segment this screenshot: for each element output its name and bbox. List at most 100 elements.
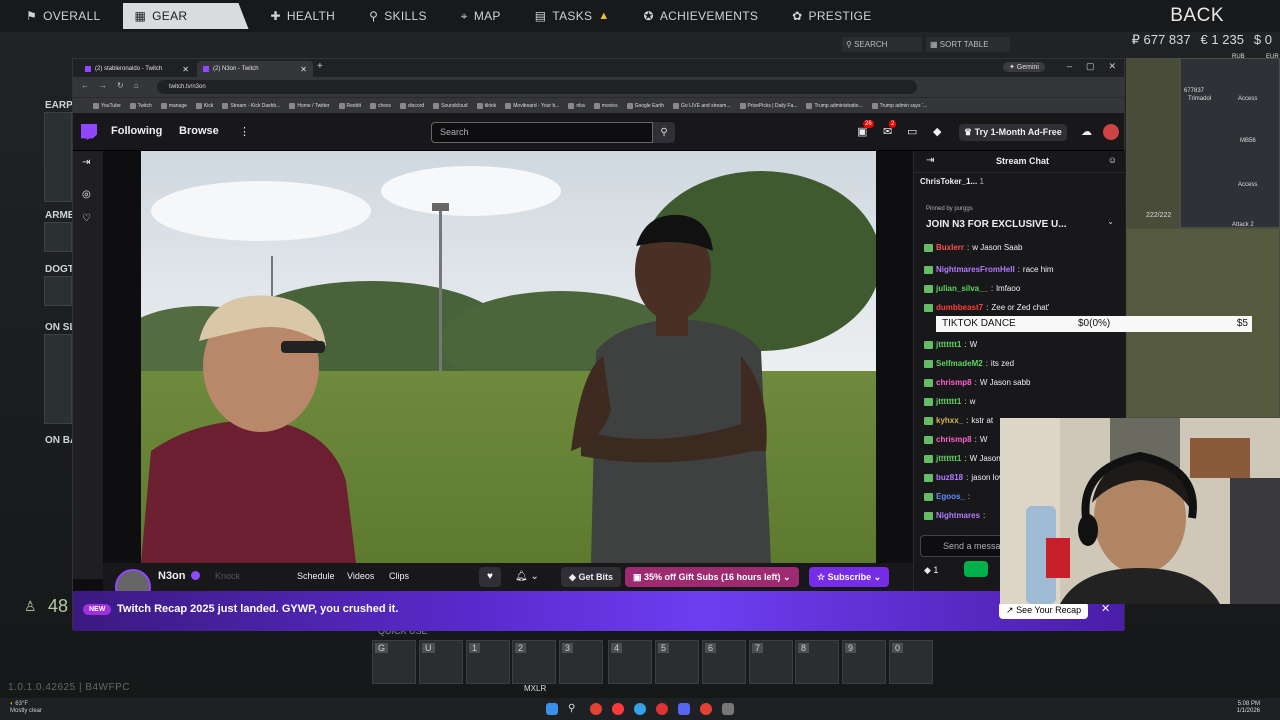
chat-username[interactable]: chrismp8	[936, 435, 972, 444]
video-player[interactable]	[141, 151, 876, 563]
chat-username[interactable]: Nightmares	[936, 511, 980, 520]
bookmark-item[interactable]: Trump admin says '...	[871, 102, 927, 109]
chevron-down-icon[interactable]: ⌄	[1107, 217, 1114, 226]
chat-message[interactable]: jttttttt1: W Jason	[924, 454, 1001, 463]
dogtag-slot[interactable]	[44, 276, 72, 306]
close-tab-icon[interactable]: ✕	[300, 65, 307, 74]
chat-message[interactable]: buz818: jason lov	[924, 473, 1003, 482]
tab-schedule[interactable]: Schedule	[297, 571, 335, 581]
quick-slot-6[interactable]: 6	[702, 640, 746, 684]
game-back-button[interactable]: BACK	[1170, 5, 1224, 27]
pinned-message[interactable]: Pinned by purggs JOIN N3 FOR EXCLUSIVE U…	[918, 203, 1120, 237]
forward-arrow-icon[interactable]: →	[99, 81, 107, 90]
chat-message[interactable]: Nightmares:	[924, 511, 988, 520]
quick-slot-3[interactable]: 3	[559, 640, 603, 684]
chat-username[interactable]: Egoos_	[936, 492, 965, 501]
gift-subs-button[interactable]: ▣ 35% off Gift Subs (16 hours left) ⌄	[625, 567, 799, 587]
quick-slot-0[interactable]: 0	[889, 640, 933, 684]
chat-message[interactable]: chrismp8: W Jason sabb	[924, 378, 1031, 387]
notifications-icon[interactable]: ▣ 26	[857, 120, 874, 138]
chat-message[interactable]: jttttttt1: w	[924, 397, 975, 406]
tab-overall[interactable]: ⚑ OVERALL	[14, 3, 113, 29]
chat-message[interactable]: chrismp8: W	[924, 435, 987, 444]
quick-slot-1[interactable]: 1	[466, 640, 510, 684]
chat-message[interactable]: dumbbeast7: Zee or Zed chat'	[924, 303, 1049, 312]
see-recap-button[interactable]: ↗ See Your Recap	[999, 602, 1089, 619]
bookmark-item[interactable]: Go LIVE and stream...	[673, 102, 731, 109]
bookmark-item[interactable]: tiktok	[476, 102, 496, 109]
search-icon[interactable]: ⚲	[653, 122, 675, 143]
bookmark-item[interactable]: PrizePicks | Daily Fa...	[739, 102, 797, 109]
app-icon[interactable]	[722, 703, 734, 715]
home-icon[interactable]: ⌂	[134, 81, 139, 90]
bookmark-item[interactable]: Trump administratio...	[806, 102, 863, 109]
tab-tasks[interactable]: ▤ TASKS ▲	[523, 3, 622, 29]
container-grid[interactable]	[1180, 58, 1280, 228]
twitch-logo-icon[interactable]	[81, 124, 97, 140]
edge-icon[interactable]	[634, 703, 646, 715]
quick-slot-4[interactable]: 4	[608, 640, 652, 684]
bookmark-item[interactable]: nba	[568, 102, 585, 109]
twitch-search-input[interactable]: Search	[431, 122, 653, 143]
get-bits-button[interactable]: ◆ Get Bits	[561, 567, 621, 587]
chat-username[interactable]: jttttttt1	[936, 454, 961, 463]
chat-username[interactable]: Buxlerr	[936, 243, 964, 252]
bookmark-item[interactable]: Home / Twitter	[289, 102, 330, 109]
bookmark-item[interactable]: Soundcloud	[433, 102, 468, 109]
top-chatter[interactable]: ChrisToker_1... 1	[920, 177, 984, 186]
game-search-button[interactable]: ⚲ SEARCH	[842, 37, 922, 52]
try-ad-free-button[interactable]: ♛ Try 1-Month Ad-Free	[959, 124, 1067, 141]
tab-map[interactable]: ⌖ MAP	[449, 3, 513, 29]
chat-message[interactable]: Egoos_:	[924, 492, 973, 501]
quick-slot-7[interactable]: 7	[749, 640, 793, 684]
more-options-icon[interactable]: ⋮	[239, 125, 250, 138]
browser-tab-active[interactable]: (2) N3on - Twitch ✕	[197, 61, 313, 77]
heart-icon[interactable]: ♡	[82, 213, 91, 224]
sling-slot[interactable]	[44, 334, 72, 424]
bookmark-item[interactable]: Reddit	[338, 102, 361, 109]
chat-username[interactable]: NightmaresFromHell	[936, 265, 1015, 274]
bookmark-item[interactable]: YouTube	[93, 102, 121, 109]
quick-slot-2[interactable]: 2	[512, 640, 556, 684]
chat-message[interactable]: kyhxx_: kstr at	[924, 416, 993, 425]
chat-username[interactable]: buz818	[936, 473, 963, 482]
bookmark-item[interactable]: Kick	[195, 102, 213, 109]
channel-name[interactable]: N3on	[158, 570, 186, 582]
chat-username[interactable]: jttttttt1	[936, 340, 961, 349]
tab-videos[interactable]: Videos	[347, 571, 374, 581]
following-link[interactable]: Following	[111, 125, 162, 137]
tab-prestige[interactable]: ✿ PRESTIGE	[780, 3, 883, 29]
chat-username[interactable]: dumbbeast7	[936, 303, 983, 312]
users-icon[interactable]: ☺	[1108, 155, 1117, 165]
quick-slot-5[interactable]: 5	[655, 640, 699, 684]
browser-tab[interactable]: (2) stableronaldo - Twitch ✕	[79, 61, 195, 77]
knock-button[interactable]: Knock	[215, 571, 240, 581]
quick-slot-8[interactable]: 8	[795, 640, 839, 684]
close-tab-icon[interactable]: ✕	[182, 65, 189, 74]
discord-icon[interactable]	[678, 703, 690, 715]
quick-slot-u[interactable]: U	[419, 640, 463, 684]
chat-username[interactable]: jttttttt1	[936, 397, 961, 406]
bookmark-item[interactable]: chess	[369, 102, 391, 109]
quick-slot-9[interactable]: 9	[842, 640, 886, 684]
chat-message[interactable]: julian_silva__: lmfaoo	[924, 284, 1020, 293]
chrome-icon[interactable]	[590, 703, 602, 715]
subscribe-button[interactable]: ☆ Subscribe ⌄	[809, 567, 890, 587]
inbox-icon[interactable]: ✉ 2	[883, 120, 897, 138]
earpiece-slot[interactable]	[44, 112, 72, 202]
url-field[interactable]: twitch.tv/n3on	[157, 80, 917, 94]
cloud-icon[interactable]: ☁	[1081, 125, 1092, 138]
game-sort-button[interactable]: ▦ SORT TABLE	[926, 37, 1010, 52]
armband-slot[interactable]	[44, 222, 72, 252]
chat-bits-counter[interactable]: ◆ 1	[924, 565, 938, 576]
reload-icon[interactable]: ↻	[117, 81, 124, 90]
chat-username[interactable]: kyhxx_	[936, 416, 963, 425]
follow-heart-button[interactable]: ♥	[479, 567, 501, 587]
back-arrow-icon[interactable]: ←	[81, 81, 89, 90]
bits-icon[interactable]: ◆	[933, 125, 941, 138]
chat-username[interactable]: SelfmadeM2	[936, 359, 983, 368]
windows-start-icon[interactable]	[546, 703, 558, 715]
minimize-icon[interactable]: –	[1067, 61, 1072, 72]
whispers-icon[interactable]: ▭	[907, 125, 917, 138]
taskbar-clock[interactable]: 5:08 PM 1/1/2026	[1237, 701, 1260, 715]
